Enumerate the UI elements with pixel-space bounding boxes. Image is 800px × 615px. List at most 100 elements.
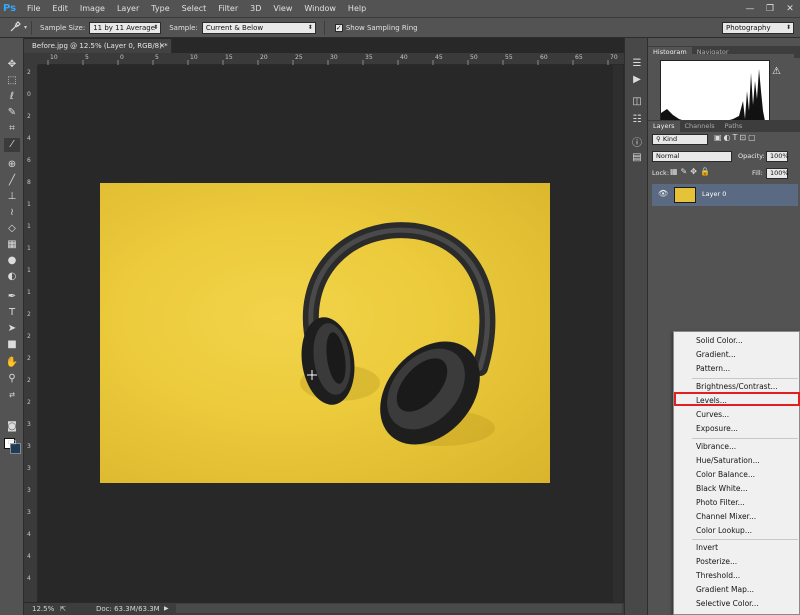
document-tab[interactable]: Before.jpg @ 12.5% (Layer 0, RGB/8) * ✕ [24, 39, 172, 53]
image-canvas[interactable] [100, 183, 550, 483]
menu-help[interactable]: Help [342, 0, 372, 18]
menu-item-hue-saturation[interactable]: Hue/Saturation... [696, 454, 760, 467]
show-ring-checkbox[interactable]: ✓ [334, 23, 343, 32]
menu-image[interactable]: Image [74, 0, 111, 18]
hand-tool-icon[interactable]: ✋ [4, 356, 20, 370]
quick-select-tool-icon[interactable]: ✎ [4, 106, 20, 120]
menu-item-photo-filter[interactable]: Photo Filter... [696, 496, 745, 509]
ruler-tick-label: 2 [27, 311, 31, 318]
menu-item-curves[interactable]: Curves... [696, 408, 729, 421]
zoom-tool-icon[interactable]: ⚲ [4, 372, 20, 386]
vertical-scrollbar[interactable] [613, 65, 623, 602]
export-icon[interactable]: ⇱ [60, 603, 66, 615]
sample-size-select[interactable]: 11 by 11 Average [89, 21, 162, 34]
history-brush-icon[interactable]: ≀ [4, 206, 20, 220]
eraser-tool-icon[interactable]: ◇ [4, 222, 20, 236]
eyedropper-icon[interactable] [6, 20, 24, 35]
actions-panel-icon[interactable]: ▶ [629, 74, 645, 88]
sample-select[interactable]: Current & Below [201, 21, 316, 34]
marquee-tool-icon[interactable]: ⬚ [4, 74, 20, 88]
path-select-tool-icon[interactable]: ➤ [4, 322, 20, 336]
ruler-tick-label: 2 [27, 113, 31, 120]
menu-edit[interactable]: Edit [46, 0, 74, 18]
fill-label: Fill: [752, 169, 763, 177]
levels-highlight-box [674, 392, 800, 406]
status-arrow-icon[interactable]: ▶ [164, 603, 169, 615]
brush-tool-icon[interactable]: ╱ [4, 174, 20, 188]
warning-icon[interactable]: ⚠ [772, 66, 781, 77]
tab-layers[interactable]: Layers [648, 121, 680, 132]
menu-file[interactable]: File [21, 0, 46, 18]
rectangle-tool-icon[interactable]: ■ [4, 338, 20, 352]
eyedropper-tool-icon[interactable]: ⁄ [4, 138, 20, 152]
lock-icons[interactable]: ▦✎✥🔒 [670, 167, 713, 176]
libraries-panel-icon[interactable]: ▤ [629, 152, 645, 166]
menu-item-solid-color[interactable]: Solid Color... [696, 334, 743, 347]
menu-item-pattern[interactable]: Pattern... [696, 362, 730, 375]
stamp-tool-icon[interactable]: ⊥ [4, 190, 20, 204]
lasso-tool-icon[interactable]: ℓ [4, 90, 20, 104]
ruler-tick-label: 4 [27, 575, 31, 582]
zoom-level[interactable]: 12.5% [32, 603, 54, 615]
dodge-tool-icon[interactable]: ◐ [4, 270, 20, 284]
menu-item-black-white[interactable]: Black White... [696, 482, 748, 495]
info-panel-icon[interactable]: ⓘ [629, 134, 645, 149]
fill-input[interactable]: 100% [766, 168, 789, 179]
ruler-tick-label: 25 [295, 54, 303, 61]
chevron-down-icon[interactable]: ▾ [24, 24, 27, 31]
layer-row[interactable]: 👁 Layer 0 [652, 184, 798, 206]
menu-item-threshold[interactable]: Threshold... [696, 569, 740, 582]
menu-item-color-lookup[interactable]: Color Lookup... [696, 524, 752, 537]
photoshop-logo: Ps [3, 2, 17, 14]
menu-item-posterize[interactable]: Posterize... [696, 555, 737, 568]
menu-filter[interactable]: Filter [212, 0, 244, 18]
gradient-tool-icon[interactable]: ▦ [4, 238, 20, 252]
menu-item-invert[interactable]: Invert [696, 541, 718, 554]
menu-3d[interactable]: 3D [244, 0, 267, 18]
layer-name[interactable]: Layer 0 [702, 190, 726, 198]
menu-item-vibrance[interactable]: Vibrance... [696, 440, 736, 453]
type-tool-icon[interactable]: T [4, 306, 20, 320]
blur-tool-icon[interactable]: ● [4, 254, 20, 268]
layer-thumbnail [674, 187, 696, 203]
menu-window[interactable]: Window [298, 0, 342, 18]
swap-colors-icon[interactable]: ⇄ [4, 388, 20, 402]
ruler-tick-label: 2 [27, 355, 31, 362]
menu-select[interactable]: Select [176, 0, 213, 18]
move-tool-icon[interactable]: ✥ [4, 58, 20, 72]
menu-item-color-balance[interactable]: Color Balance... [696, 468, 755, 481]
eye-icon[interactable]: 👁 [658, 189, 668, 198]
menu-item-channel-mixer[interactable]: Channel Mixer... [696, 510, 756, 523]
minimize-button[interactable]: — [740, 4, 760, 14]
pen-tool-icon[interactable]: ✒ [4, 290, 20, 304]
blend-mode-select[interactable]: Normal [652, 151, 732, 162]
menu-item-exposure[interactable]: Exposure... [696, 422, 738, 435]
ruler-tick-label: 1 [27, 223, 31, 230]
layer-filter-icons[interactable]: ▣◐T⊡▢ [714, 133, 758, 142]
workspace-select[interactable]: Photography [722, 21, 794, 34]
menu-type[interactable]: Type [145, 0, 175, 18]
properties-panel-icon[interactable]: ☷ [629, 114, 645, 128]
layer-kind-filter[interactable]: ⚲ Kind [652, 134, 708, 145]
adjustments-panel-icon[interactable]: ◫ [629, 96, 645, 110]
history-panel-icon[interactable]: ☰ [629, 58, 645, 72]
quick-mask-icon[interactable]: ◙ [4, 420, 20, 434]
tab-paths[interactable]: Paths [720, 121, 748, 132]
ruler-tick-label: 10 [50, 54, 58, 61]
screen-mode-icon[interactable]: ▭ [4, 436, 20, 450]
close-tab-icon[interactable]: ✕ [159, 39, 165, 53]
restore-button[interactable]: ❐ [760, 4, 780, 14]
horizontal-scrollbar[interactable] [176, 604, 622, 613]
menu-item-gradient-map[interactable]: Gradient Map... [696, 583, 754, 596]
tools-panel: ✥ ⬚ ℓ ✎ ⌗ ⁄ ⊕ ╱ ⊥ ≀ ◇ ▦ ● ◐ ✒ T ➤ ■ ✋ ⚲ … [0, 38, 24, 615]
opacity-input[interactable]: 100% [766, 151, 789, 162]
close-button[interactable]: ✕ [780, 4, 800, 14]
healing-tool-icon[interactable]: ⊕ [4, 158, 20, 172]
menu-item-gradient[interactable]: Gradient... [696, 348, 736, 361]
menu-layer[interactable]: Layer [111, 0, 145, 18]
sample-label: Sample: [169, 23, 198, 32]
crop-tool-icon[interactable]: ⌗ [4, 122, 20, 136]
menu-view[interactable]: View [267, 0, 298, 18]
tab-channels[interactable]: Channels [680, 121, 720, 132]
menu-item-selective-color[interactable]: Selective Color... [696, 597, 759, 610]
